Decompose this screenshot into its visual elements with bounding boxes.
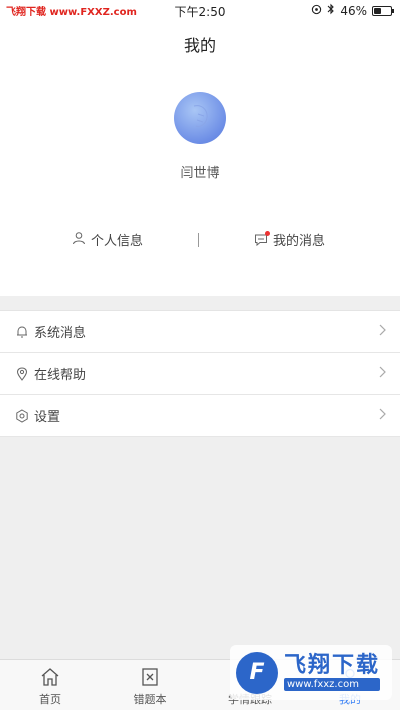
- menu-item-label: 在线帮助: [34, 368, 87, 383]
- watermark-url: www.fxxz.com: [284, 678, 381, 691]
- gear-icon: [14, 408, 30, 424]
- status-icons: 46%: [311, 3, 394, 18]
- settings-menu: 系统消息 在线帮助 设置: [0, 310, 400, 437]
- page-title: 我的: [183, 36, 216, 55]
- avatar-sketch-icon: [193, 105, 208, 127]
- tab-label: 错题本: [133, 693, 167, 706]
- watermark-logo-icon: F: [236, 651, 278, 694]
- quick-links: 个人信息 我的消息: [0, 230, 400, 250]
- personal-info-link[interactable]: 个人信息: [72, 230, 143, 249]
- username: 闫世博: [180, 166, 220, 181]
- watermark-badge: F 飞翔下载 www.fxxz.com: [230, 645, 392, 700]
- unread-dot: [265, 230, 270, 236]
- tab-home[interactable]: 首页: [0, 660, 100, 710]
- status-bar: 飞翔下载 www.FXXZ.com 下午2:50 46%: [0, 0, 400, 20]
- user-icon: [72, 231, 86, 249]
- bell-icon: [14, 324, 30, 340]
- chevron-right-icon: [378, 366, 386, 382]
- menu-item-online-help[interactable]: 在线帮助: [0, 353, 400, 395]
- message-icon: [254, 230, 270, 247]
- menu-item-system-messages[interactable]: 系统消息: [0, 311, 400, 353]
- wrong-book-icon: [139, 666, 161, 688]
- chevron-right-icon: [378, 408, 386, 424]
- watermark-text-block: 飞翔下载 www.fxxz.com: [284, 653, 381, 691]
- battery-fill: [374, 7, 381, 14]
- home-icon: [39, 666, 61, 688]
- menu-item-label: 设置: [34, 410, 61, 425]
- my-messages-label: 我的消息: [273, 234, 326, 249]
- bluetooth-icon: [327, 3, 335, 18]
- tab-wrong-book[interactable]: 错题本: [100, 660, 200, 710]
- profile-header: 我的 闫世博 个人信息 我的消息: [0, 20, 400, 296]
- battery-icon: [372, 5, 394, 16]
- menu-item-label: 系统消息: [34, 326, 87, 341]
- quick-links-divider: [198, 233, 199, 247]
- battery-percent: 46%: [340, 3, 367, 18]
- personal-info-label: 个人信息: [91, 234, 144, 249]
- tab-label: 首页: [39, 693, 61, 706]
- orientation-lock-icon: [311, 4, 322, 18]
- menu-item-settings[interactable]: 设置: [0, 395, 400, 437]
- location-pin-icon: [14, 366, 30, 382]
- watermark-name: 飞翔下载: [284, 653, 381, 678]
- my-messages-link[interactable]: 我的消息: [254, 230, 325, 249]
- avatar[interactable]: [174, 92, 226, 144]
- chevron-right-icon: [378, 324, 386, 340]
